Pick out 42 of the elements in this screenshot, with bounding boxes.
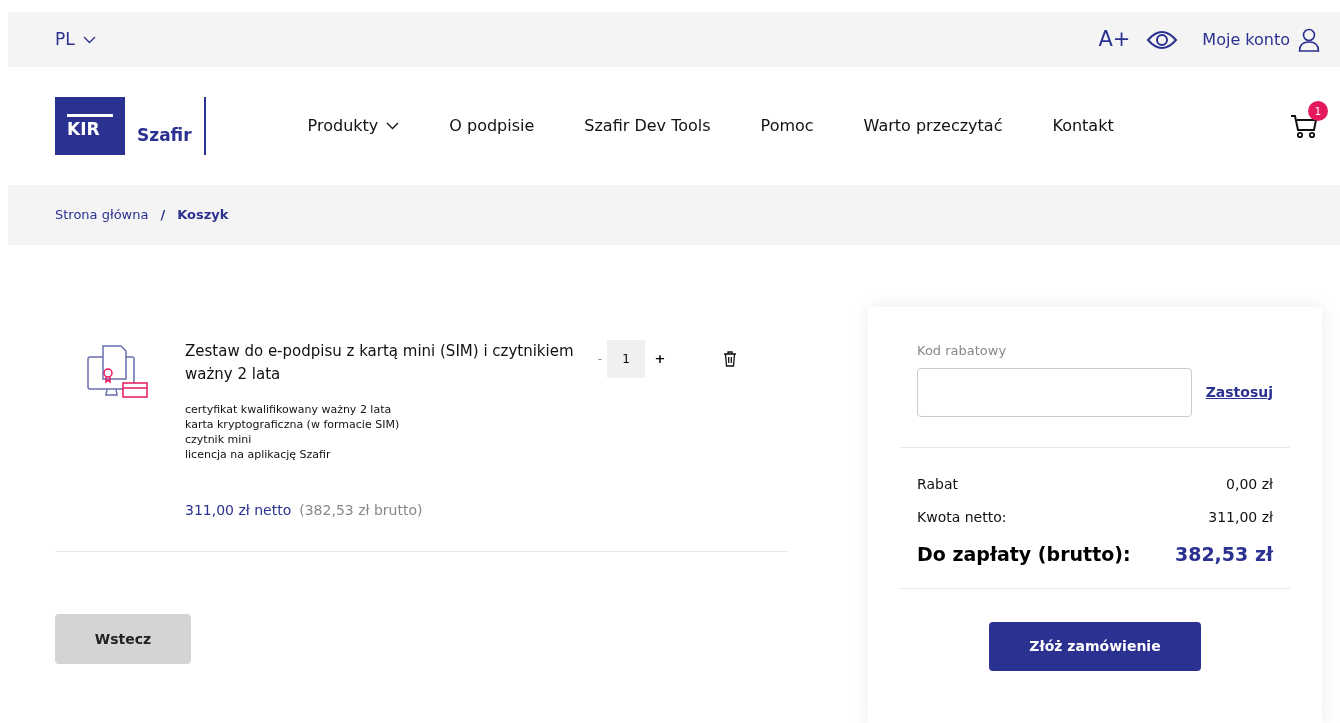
cart-count-badge: 1 xyxy=(1308,101,1328,121)
user-icon[interactable] xyxy=(1298,27,1320,52)
net-price: 311,00 zł netto xyxy=(185,501,292,520)
chevron-down-icon xyxy=(386,122,400,130)
product-feature: licencja na aplikację Szafir xyxy=(185,447,332,462)
cart-icon[interactable] xyxy=(1290,113,1318,139)
logo-mark[interactable]: KIR xyxy=(55,97,125,155)
nav-link[interactable]: Pomoc xyxy=(760,114,814,138)
eye-icon[interactable] xyxy=(1146,29,1179,50)
increase-button[interactable]: + xyxy=(645,340,675,378)
breadcrumb-link[interactable]: Strona główna xyxy=(55,205,149,225)
font-size-button[interactable]: A+ xyxy=(1098,23,1131,56)
summary-value: 0,00 zł xyxy=(1226,474,1273,494)
nav-link[interactable]: Produkty xyxy=(307,114,400,138)
chevron-down-icon xyxy=(82,35,96,44)
breadcrumb-separator: / xyxy=(160,206,166,225)
product-feature: czytnik mini xyxy=(185,432,253,447)
nav-link[interactable]: Warto przeczytać xyxy=(863,114,1003,138)
gross-price: (382,53 zł brutto) xyxy=(299,501,423,520)
trash-icon[interactable] xyxy=(723,350,737,367)
nav-link[interactable]: O podpisie xyxy=(449,114,535,138)
back-button[interactable]: Wstecz xyxy=(55,614,191,664)
summary-label: Do zapłaty (brutto): xyxy=(917,541,1131,567)
field-label: Kod rabatowy xyxy=(917,342,1008,360)
logo-text[interactable]: Szafir xyxy=(137,123,192,149)
language-selector[interactable]: PL xyxy=(55,26,96,53)
summary-label: Rabat xyxy=(917,474,958,494)
quantity-field[interactable]: 1 xyxy=(607,340,645,378)
nav-link[interactable]: Szafir Dev Tools xyxy=(584,114,711,138)
breadcrumb-link[interactable]: Koszyk xyxy=(177,205,229,225)
place-order-button[interactable]: Złóż zamówienie xyxy=(989,622,1201,671)
summary-label: Kwota netto: xyxy=(917,507,1007,527)
decrease-button[interactable]: - xyxy=(593,340,607,378)
account-link[interactable]: Moje konto xyxy=(1202,27,1290,52)
product-feature: certyfikat kwalifikowany ważny 2 lata xyxy=(185,402,393,417)
apply-link[interactable]: Zastosuj xyxy=(1205,381,1273,403)
product-title: Zestaw do e-podpisu z kartą mini (SIM) i czytnikiem ważny 2 lata xyxy=(185,341,575,385)
summary-value: 382,53 zł xyxy=(1174,541,1273,567)
nav-link[interactable]: Kontakt xyxy=(1052,114,1114,138)
product-feature: karta kryptograficzna (w formacie SIM) xyxy=(185,417,401,432)
discount-code-field[interactable] xyxy=(917,367,1192,417)
summary-value: 311,00 zł xyxy=(1208,507,1273,527)
